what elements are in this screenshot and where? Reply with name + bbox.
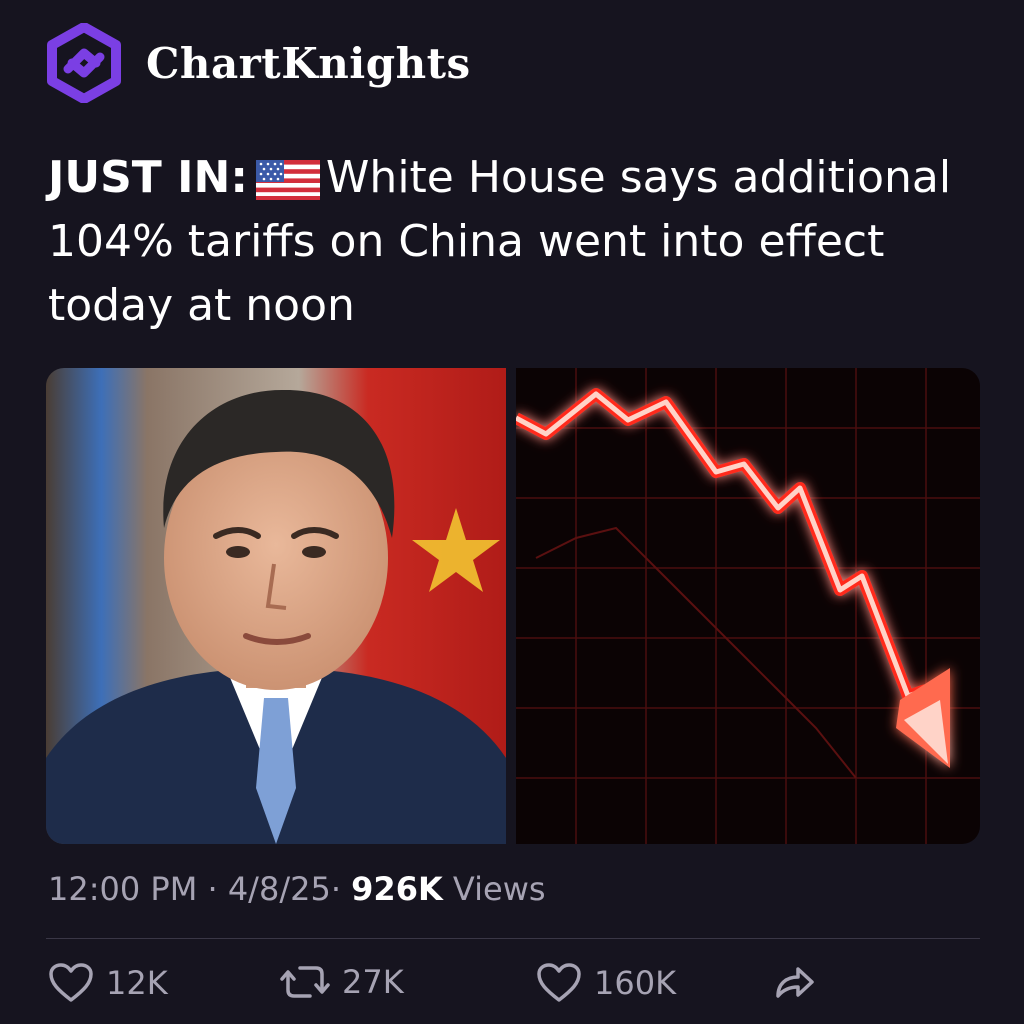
- post-header: ChartKnights: [44, 18, 471, 108]
- like-button[interactable]: 160K: [536, 962, 676, 1004]
- repost-button[interactable]: 27K: [280, 962, 404, 1002]
- repost-icon: [280, 966, 330, 998]
- heart-icon: [49, 963, 93, 1002]
- hexagon-logo-icon[interactable]: [44, 23, 124, 103]
- account-name[interactable]: ChartKnights: [146, 39, 471, 88]
- post-date[interactable]: 4/8/25: [228, 870, 331, 908]
- portrait-photo[interactable]: [46, 368, 506, 844]
- repost-count: 27K: [342, 963, 404, 1001]
- share-icon: [776, 967, 814, 998]
- views-label: Views: [452, 870, 546, 908]
- meta-separator: ·: [207, 870, 218, 908]
- red-falling-chart-graphic[interactable]: [516, 368, 980, 844]
- post-prefix: JUST IN:: [48, 152, 248, 203]
- post-text: JUST IN: White House says additional 104…: [48, 146, 988, 338]
- reply-button[interactable]: 12K: [48, 962, 168, 1004]
- reply-count: 12K: [106, 964, 168, 1002]
- like-count: 160K: [594, 964, 677, 1002]
- divider: [46, 938, 980, 939]
- post-meta: 12:00 PM · 4/8/25· 926K Views: [48, 870, 546, 908]
- post-time[interactable]: 12:00 PM: [48, 870, 197, 908]
- us-flag-icon: [255, 160, 320, 200]
- heart-icon: [537, 963, 581, 1002]
- views-count: 926K: [351, 870, 443, 908]
- share-button[interactable]: [772, 962, 816, 1002]
- post-media[interactable]: [46, 368, 980, 844]
- action-bar: 12K 27K 160K: [48, 962, 948, 1012]
- meta-separator: ·: [330, 870, 341, 908]
